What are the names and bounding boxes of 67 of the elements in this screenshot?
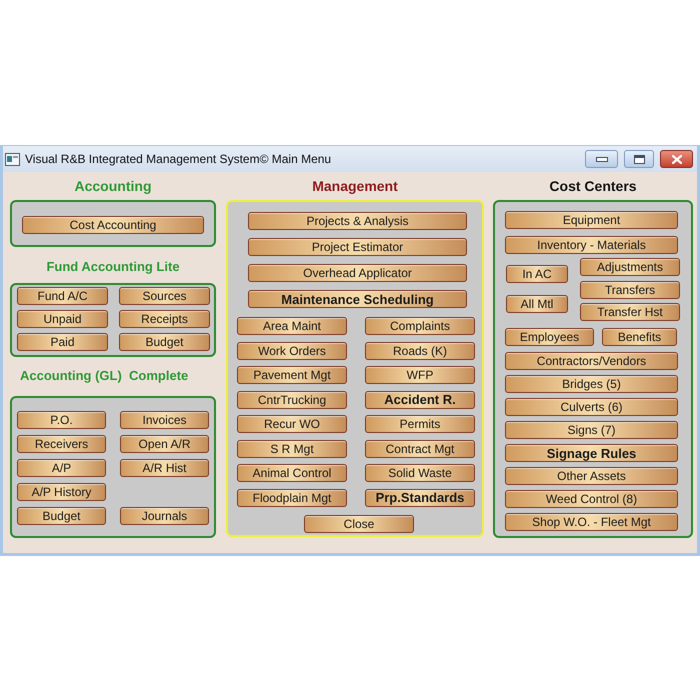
menu-button[interactable]: Fund A/C — [17, 287, 108, 305]
menu-button[interactable]: Culverts (6) — [505, 398, 678, 416]
section-heading: Fund Accounting Lite — [46, 258, 180, 276]
menu-button[interactable]: CntrTrucking — [237, 390, 347, 408]
menu-button[interactable]: Receivers — [17, 435, 106, 453]
menu-button[interactable]: Floodplain Mgt — [237, 488, 347, 506]
menu-button[interactable]: Budget — [119, 333, 210, 351]
app-icon — [5, 152, 20, 166]
window-title: Visual R&B Integrated Management System© Main Menu — [25, 151, 332, 168]
menu-button[interactable]: A/R Hist — [120, 459, 209, 477]
menu-button[interactable]: A/P History — [17, 483, 106, 501]
menu-button[interactable]: Paid — [17, 333, 108, 351]
menu-button[interactable]: Complaints — [365, 317, 475, 335]
menu-button[interactable]: Recur WO — [237, 415, 347, 433]
menu-button[interactable]: Unpaid — [17, 310, 108, 328]
menu-button[interactable]: Journals — [120, 507, 209, 525]
section-heading: Accounting (GL) Complete — [20, 366, 188, 385]
menu-button[interactable]: Transfers — [580, 280, 680, 298]
menu-button[interactable]: Cost Accounting — [22, 216, 204, 234]
menu-button[interactable]: S R Mgt — [237, 440, 347, 458]
menu-button[interactable]: Benefits — [602, 328, 677, 346]
menu-button[interactable]: Animal Control — [237, 464, 347, 482]
menu-button[interactable]: Equipment — [505, 211, 678, 229]
menu-button[interactable]: Shop W.O. - Fleet Mgt — [505, 513, 678, 531]
menu-button[interactable]: Budget — [17, 507, 106, 525]
menu-button[interactable]: Project Estimator — [248, 238, 467, 256]
menu-button[interactable]: Bridges (5) — [505, 375, 678, 393]
menu-button[interactable]: Transfer Hst — [580, 303, 680, 321]
menu-button[interactable]: Weed Control (8) — [505, 490, 678, 508]
minimize-button[interactable] — [585, 150, 618, 168]
section-heading: Management — [312, 176, 398, 196]
menu-button[interactable]: Projects & Analysis — [248, 212, 467, 230]
close-icon — [672, 154, 682, 164]
menu-button[interactable]: Open A/R — [120, 435, 209, 453]
menu-button[interactable]: Permits — [365, 415, 475, 433]
menu-button[interactable]: Pavement Mgt — [237, 366, 347, 384]
minimize-icon — [596, 156, 608, 162]
menu-button[interactable]: In AC — [506, 265, 568, 283]
menu-button[interactable]: A/P — [17, 459, 106, 477]
menu-button[interactable]: P.O. — [17, 411, 106, 429]
menu-button[interactable]: Work Orders — [237, 342, 347, 360]
menu-button[interactable]: WFP — [365, 366, 475, 384]
menu-button[interactable]: Employees — [505, 328, 594, 346]
menu-button[interactable]: Overhead Applicator — [248, 264, 467, 282]
menu-button[interactable]: Area Maint — [237, 317, 347, 335]
menu-button[interactable]: Invoices — [120, 411, 209, 429]
menu-button[interactable]: Adjustments — [580, 258, 680, 276]
menu-button[interactable]: Receipts — [119, 310, 210, 328]
menu-button[interactable]: Accident R. — [365, 390, 475, 408]
menu-button[interactable]: Inventory - Materials — [505, 236, 678, 254]
close-window-button[interactable] — [660, 150, 693, 168]
menu-button[interactable]: Solid Waste — [365, 464, 475, 482]
close-button[interactable]: Close — [304, 514, 414, 532]
menu-button[interactable]: Prp.Standards — [365, 488, 475, 506]
maximize-button[interactable] — [624, 150, 654, 168]
maximize-icon — [634, 154, 644, 164]
menu-button[interactable]: Contractors/Vendors — [505, 352, 678, 370]
menu-button[interactable]: All Mtl — [506, 295, 568, 313]
menu-button[interactable]: Signs (7) — [505, 421, 678, 439]
menu-button[interactable]: Other Assets — [505, 467, 678, 485]
menu-button[interactable]: Signage Rules — [505, 444, 678, 462]
menu-button[interactable]: Roads (K) — [365, 342, 475, 360]
menu-button[interactable]: Maintenance Scheduling — [248, 290, 467, 308]
section-heading: Accounting — [74, 176, 152, 196]
section-heading: Cost Centers — [549, 176, 637, 196]
menu-button[interactable]: Sources — [119, 287, 210, 305]
menu-button[interactable]: Contract Mgt — [365, 440, 475, 458]
